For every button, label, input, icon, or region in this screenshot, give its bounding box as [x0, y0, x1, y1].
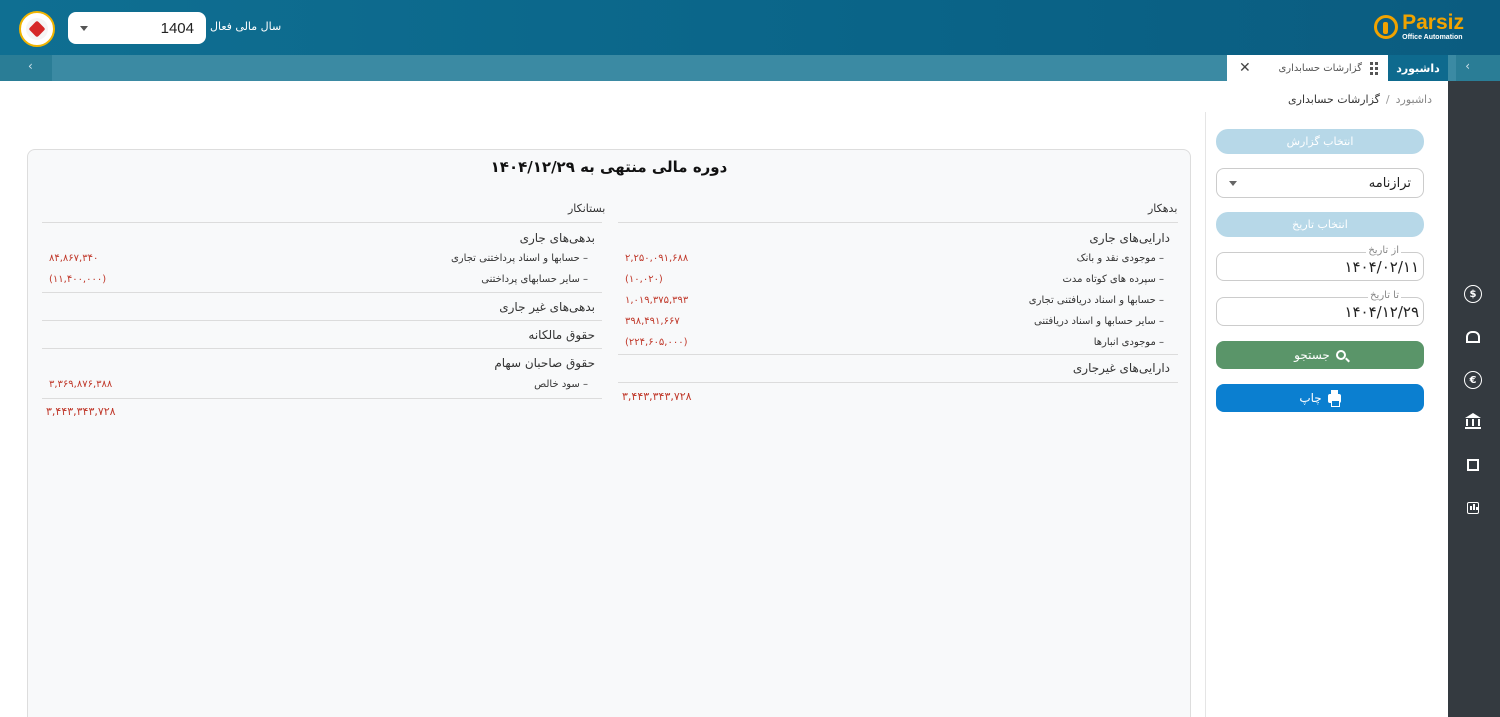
breadcrumb: داشبورد / گزارشات حسابداری	[1288, 93, 1432, 106]
amount: ۱,۰۱۹,۳۷۵,۳۹۳	[625, 295, 689, 306]
tab-bar: ‹ ✕ گزارشات حسابداری داشبورد ‹	[0, 55, 1500, 81]
current-liabilities-title: بدهی‌های جاری	[519, 231, 595, 245]
shareholders-equity-title: حقوق صاحبان سهام	[494, 356, 595, 370]
organization-logo[interactable]	[19, 11, 55, 47]
warehouse-icon[interactable]	[1464, 328, 1482, 346]
bank-icon[interactable]	[1464, 413, 1482, 431]
report-type-select[interactable]: ترازنامه	[1216, 168, 1424, 198]
list-item: – موجودی انبارها	[1093, 337, 1164, 348]
side-icon-rail: $ €	[1448, 81, 1500, 717]
current-assets-title: دارایی‌های جاری	[1089, 231, 1170, 245]
top-header: 1404 سال مالی فعال Parsiz Office Automat…	[0, 0, 1500, 55]
drag-grid-icon[interactable]	[1370, 61, 1378, 75]
equity-title: حقوق مالکانه	[528, 328, 595, 342]
credit-header-divider	[42, 222, 602, 223]
list-item: – موجودی نقد و بانک	[1076, 253, 1164, 264]
brand-subtitle: Office Automation	[1402, 34, 1463, 41]
balance-sheet-card	[27, 149, 1191, 717]
from-date-value: ۱۴۰۴/۰۲/۱۱	[1344, 258, 1419, 276]
to-date-value: ۱۴۰۴/۱۲/۲۹	[1344, 303, 1419, 321]
tab-accounting-reports[interactable]: ✕ گزارشات حسابداری	[1227, 55, 1388, 81]
list-item: – سایر حسابها و اسناد دریافتنی	[1034, 316, 1164, 327]
amount: ۳,۳۶۹,۸۷۶,۳۸۸	[49, 379, 113, 390]
print-button[interactable]: چاپ	[1216, 384, 1424, 412]
list-item: – حسابها و اسناد پرداختنی تجاری	[450, 253, 588, 264]
debit-header: بدهکار	[1148, 202, 1178, 215]
tab-scroll-left-icon[interactable]: ‹	[28, 59, 33, 73]
search-button[interactable]: جستجو	[1216, 341, 1424, 369]
building-icon[interactable]	[1464, 456, 1482, 474]
tab-label: گزارشات حسابداری	[1278, 62, 1362, 74]
breadcrumb-current: گزارشات حسابداری	[1288, 93, 1380, 106]
amount: ۳۹۸,۴۹۱,۶۶۷	[625, 316, 680, 327]
from-date-label: از تاریخ	[1366, 245, 1401, 256]
list-item: – سود خالص	[534, 379, 588, 390]
report-title: دوره مالی منتهی به ۱۴۰۴/۱۲/۲۹	[490, 158, 728, 176]
to-date-label: تا تاریخ	[1368, 290, 1401, 301]
organization-logo-inner	[26, 18, 48, 40]
panel-divider	[1205, 112, 1206, 717]
credit-total: ۳,۴۴۳,۳۴۳,۷۲۸	[46, 405, 116, 418]
report-type-value: ترازنامه	[1368, 175, 1411, 191]
amount: (۱۰,۰۲۰)	[625, 274, 663, 285]
app-root: 1404 سال مالی فعال Parsiz Office Automat…	[0, 0, 1500, 717]
tab-accounting-reports-content: گزارشات حسابداری	[1278, 61, 1378, 75]
to-date-field[interactable]: تا تاریخ ۱۴۰۴/۱۲/۲۹	[1216, 290, 1424, 326]
select-report-button[interactable]: انتخاب گزارش	[1216, 129, 1424, 154]
brand-name: Parsiz	[1402, 11, 1464, 34]
section-divider	[42, 398, 602, 399]
chevron-down-icon	[1229, 180, 1237, 186]
amount: (۱۱,۴۰۰,۰۰۰)	[49, 274, 107, 285]
breadcrumb-home[interactable]: داشبورد	[1396, 93, 1432, 106]
print-button-label: چاپ	[1299, 391, 1322, 405]
list-item: – سپرده های کوتاه مدت	[1062, 274, 1164, 285]
list-item: – حسابها و اسناد دریافتنی تجاری	[1028, 295, 1164, 306]
fiscal-year-select[interactable]: 1404	[68, 12, 206, 44]
tab-scroll-right-icon[interactable]: ‹	[1465, 59, 1470, 73]
section-divider	[42, 348, 602, 349]
search-icon	[1335, 350, 1346, 360]
noncurrent-assets-title: دارایی‌های غیرجاری	[1072, 361, 1170, 375]
tab-dashboard[interactable]: داشبورد	[1388, 55, 1448, 81]
euro-icon[interactable]: €	[1464, 371, 1482, 389]
parsiz-logo-icon	[1374, 14, 1399, 39]
amount: (۲۲۴,۶۰۵,۰۰۰)	[625, 337, 688, 348]
from-date-field[interactable]: از تاریخ ۱۴۰۴/۰۲/۱۱	[1216, 245, 1424, 281]
breadcrumb-separator: /	[1385, 93, 1390, 106]
chevron-down-icon	[80, 25, 88, 31]
dollar-icon[interactable]: $	[1464, 285, 1482, 303]
close-icon[interactable]: ✕	[1239, 60, 1251, 76]
credit-header: بستانکار	[568, 202, 606, 215]
amount: ۲,۲۵۰,۰۹۱,۶۸۸	[625, 253, 689, 264]
section-divider	[42, 292, 602, 293]
brand-logo: Parsiz Office Automation	[1374, 12, 1464, 41]
section-divider	[618, 354, 1178, 355]
amount: ۸۴,۸۶۷,۳۴۰	[49, 253, 99, 264]
section-divider	[618, 382, 1178, 383]
heart-icon	[28, 20, 46, 38]
printer-icon	[1327, 389, 1341, 407]
brand-text: Parsiz Office Automation	[1402, 12, 1464, 41]
section-divider	[42, 320, 602, 321]
noncurrent-liabilities-title: بدهی‌های غیر جاری	[499, 300, 595, 314]
debit-header-divider	[618, 222, 1178, 223]
debit-total: ۳,۴۴۳,۳۴۳,۷۲۸	[622, 390, 692, 403]
list-item: – سایر حسابهای پرداختنی	[481, 274, 588, 285]
chart-icon[interactable]	[1464, 499, 1482, 517]
select-date-button[interactable]: انتخاب تاریخ	[1216, 212, 1424, 237]
fiscal-year-value: 1404	[160, 19, 194, 37]
search-button-label: جستجو	[1294, 348, 1330, 362]
fiscal-year-label: سال مالی فعال	[210, 20, 282, 33]
